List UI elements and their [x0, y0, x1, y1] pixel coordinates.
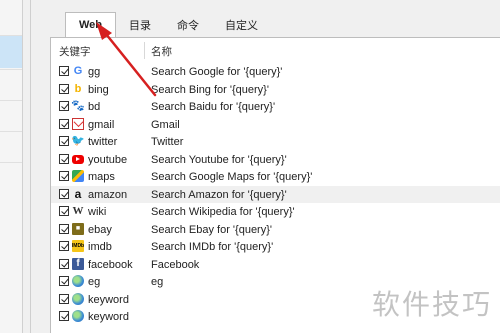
red-arrow-annotation	[96, 22, 157, 97]
arrow-shaft	[104, 32, 157, 97]
